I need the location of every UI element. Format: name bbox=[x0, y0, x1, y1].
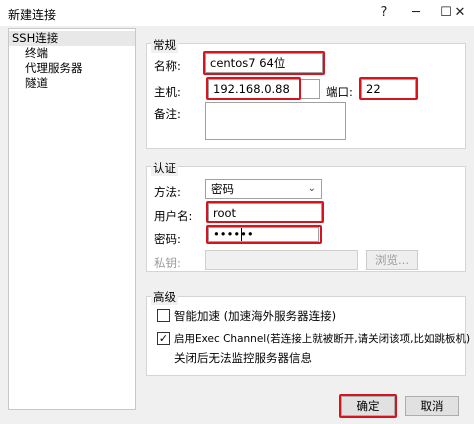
tree-item-ssh[interactable]: SSH连接 bbox=[9, 31, 135, 46]
private-key-input[interactable] bbox=[205, 250, 358, 270]
host-highlight bbox=[206, 77, 301, 100]
method-select[interactable]: 密码 ⌄ bbox=[205, 179, 322, 199]
help-icon[interactable]: ? bbox=[373, 2, 395, 24]
advanced-group-title: 高级 bbox=[151, 289, 178, 305]
smart-accel-checkbox[interactable] bbox=[157, 309, 170, 322]
browse-button[interactable]: 浏览... bbox=[366, 250, 418, 270]
method-label: 方法: bbox=[154, 185, 181, 199]
close-icon[interactable]: ✕ bbox=[449, 2, 471, 24]
tree-item-tunnel[interactable]: 隧道 bbox=[25, 76, 48, 91]
exec-channel-note: 关闭后无法监控服务器信息 bbox=[174, 351, 312, 365]
note-input[interactable] bbox=[205, 102, 346, 140]
window-title: 新建连接 bbox=[8, 8, 57, 22]
exec-channel-checkbox[interactable]: ✓ bbox=[157, 332, 170, 345]
tree-item-terminal[interactable]: 终端 bbox=[25, 46, 48, 61]
method-value: 密码 bbox=[211, 182, 234, 196]
settings-tree: SSH连接 终端 代理服务器 隧道 bbox=[8, 28, 136, 410]
username-label: 用户名: bbox=[154, 209, 193, 223]
name-label: 名称: bbox=[154, 59, 181, 73]
password-highlight bbox=[206, 225, 322, 244]
tree-item-proxy[interactable]: 代理服务器 bbox=[25, 61, 83, 76]
username-highlight bbox=[206, 201, 324, 223]
smart-accel-label: 智能加速 (加速海外服务器连接) bbox=[174, 309, 337, 323]
host-label: 主机: bbox=[154, 85, 181, 99]
title-bar: 新建连接 ? ─ ☐ ✕ bbox=[0, 0, 474, 26]
chevron-down-icon: ⌄ bbox=[307, 183, 316, 194]
password-label: 密码: bbox=[154, 232, 181, 246]
port-label: 端口: bbox=[326, 85, 353, 99]
exec-channel-label: 启用Exec Channel(若连接上就被断开,请关闭该项,比如跳板机) bbox=[174, 333, 471, 345]
note-label: 备注: bbox=[154, 107, 181, 121]
checkmark-icon: ✓ bbox=[158, 332, 169, 345]
minimize-icon[interactable]: ─ bbox=[405, 2, 427, 24]
general-group-title: 常规 bbox=[151, 37, 178, 53]
new-connection-dialog: 新建连接 ? ─ ☐ ✕ SSH连接 终端 代理服务器 隧道 常规 名称: ce… bbox=[0, 0, 474, 424]
port-highlight bbox=[359, 77, 418, 100]
private-key-label: 私钥: bbox=[154, 256, 181, 270]
auth-group-title: 认证 bbox=[151, 160, 178, 176]
ok-highlight bbox=[339, 394, 397, 418]
name-highlight bbox=[203, 51, 325, 75]
cancel-button[interactable]: 取消 bbox=[405, 396, 459, 416]
